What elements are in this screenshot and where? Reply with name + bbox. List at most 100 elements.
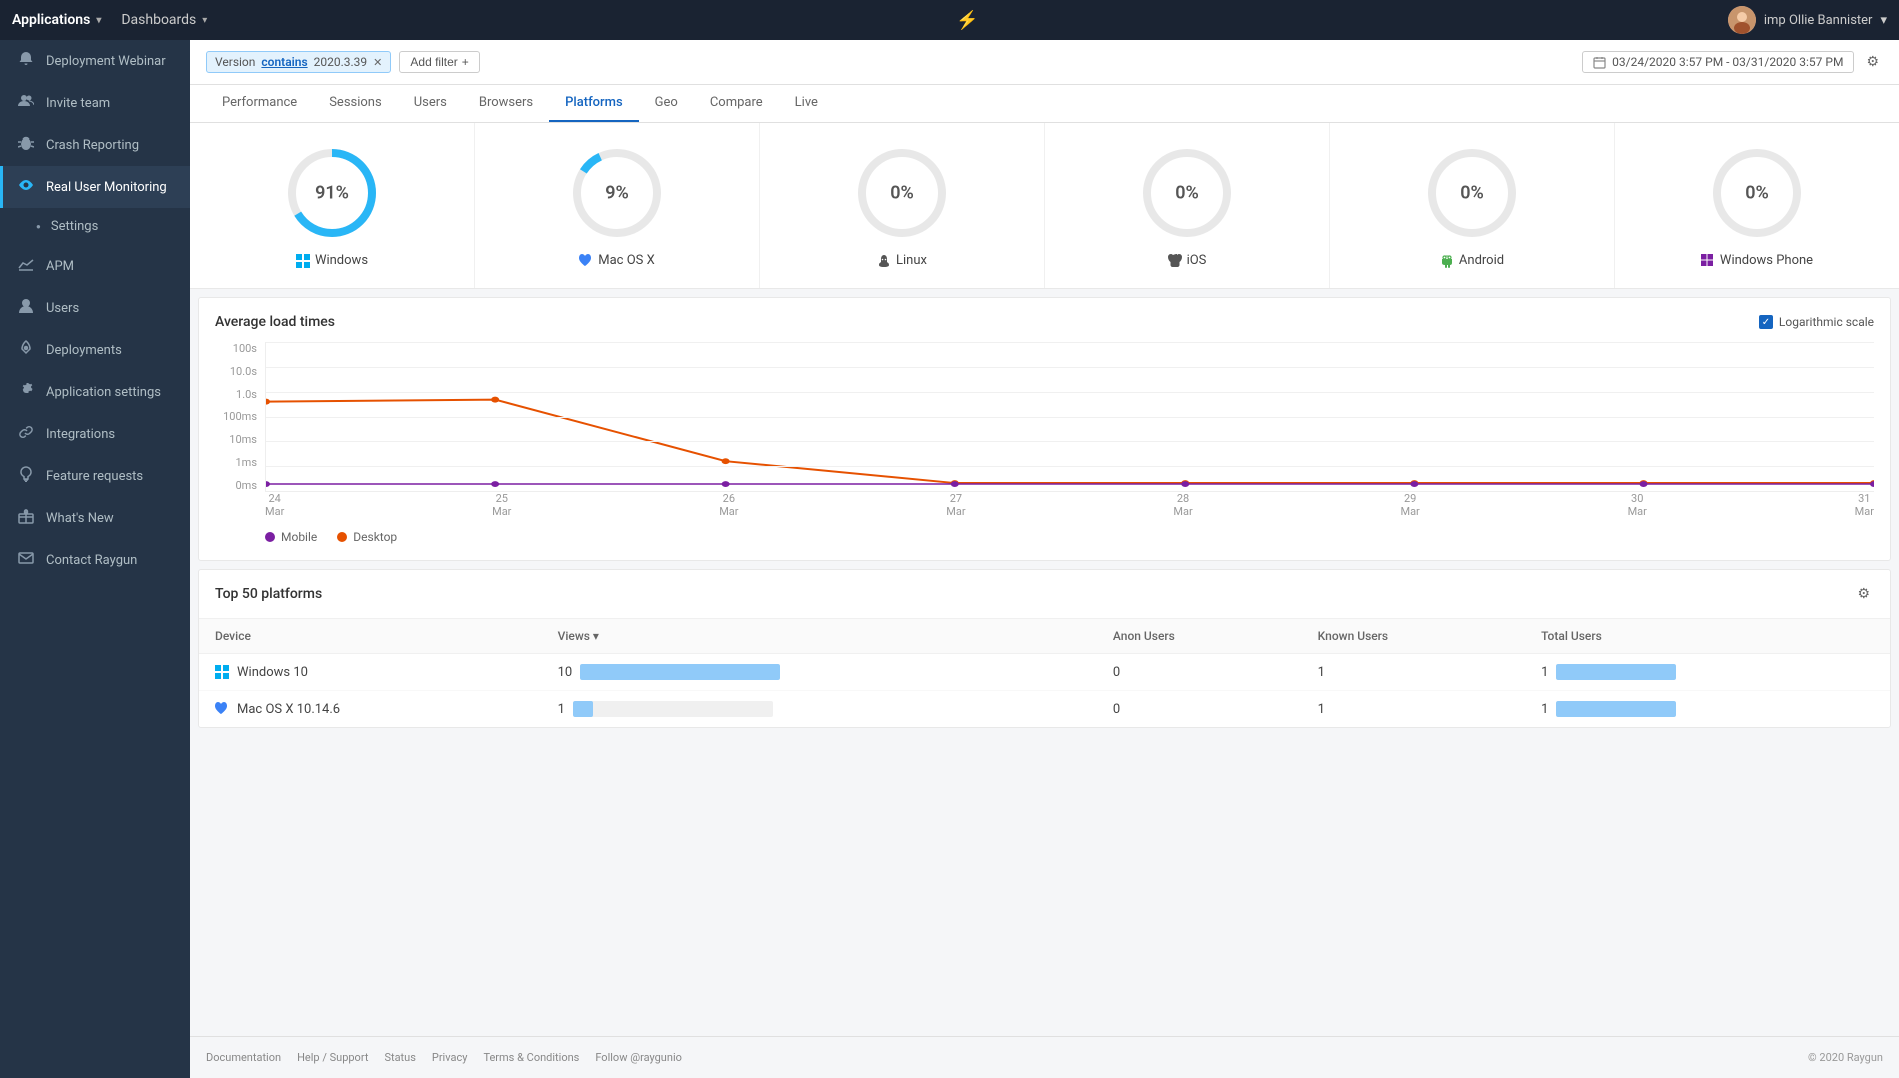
table-header-row: Device Views ▾ Anon Users Known Users To… <box>199 619 1890 654</box>
table-row: Windows 10 10 0 1 <box>199 654 1890 691</box>
add-filter-plus-icon: + <box>462 55 469 69</box>
footer-terms[interactable]: Terms & Conditions <box>483 1051 579 1064</box>
gift-icon <box>16 508 36 528</box>
sidebar-item-label: Users <box>46 301 79 316</box>
lightbulb-icon <box>16 466 36 486</box>
chart-gridlines <box>266 342 1874 491</box>
add-filter-button[interactable]: Add filter + <box>399 51 479 73</box>
windows-phone-icon <box>1701 254 1715 268</box>
total-users-count: 1 <box>1541 702 1548 717</box>
known-users-cell: 1 <box>1302 654 1525 691</box>
platform-card-android[interactable]: 0% Android <box>1330 123 1615 288</box>
filter-tag-version[interactable]: Version contains 2020.3.39 ✕ <box>206 51 391 73</box>
platform-card-windows[interactable]: 91% Windows <box>190 123 475 288</box>
tab-live[interactable]: Live <box>779 85 834 122</box>
table-title: Top 50 platforms <box>215 586 322 602</box>
dot-icon: ● <box>36 222 41 231</box>
chart-legend: Mobile Desktop <box>215 530 1874 544</box>
android-pct: 0% <box>1460 183 1484 204</box>
device-cell: Mac OS X 10.14.6 <box>199 691 542 728</box>
device-cell: Windows 10 <box>199 654 542 691</box>
x-label: 28Mar <box>1173 492 1192 522</box>
footer-help-support[interactable]: Help / Support <box>297 1051 368 1064</box>
footer-links: Documentation Help / Support Status Priv… <box>206 1051 682 1064</box>
tab-browsers[interactable]: Browsers <box>463 85 549 122</box>
ios-pct: 0% <box>1175 183 1199 204</box>
footer-follow[interactable]: Follow @raygunio <box>595 1051 682 1064</box>
macosx-label: Mac OS X <box>579 253 655 268</box>
platform-card-windows-phone[interactable]: 0% Windows Phone <box>1615 123 1899 288</box>
date-range-label: 03/24/2020 3:57 PM - 03/31/2020 3:57 PM <box>1612 55 1843 69</box>
tab-users[interactable]: Users <box>398 85 463 122</box>
col-device: Device <box>199 619 542 654</box>
content-area: Version contains 2020.3.39 ✕ Add filter … <box>190 40 1899 1036</box>
date-range-picker[interactable]: 03/24/2020 3:57 PM - 03/31/2020 3:57 PM <box>1582 51 1854 73</box>
chart-title: Average load times <box>215 314 335 330</box>
applications-menu[interactable]: Applications ▾ <box>12 12 101 28</box>
sidebar-item-label: Deployments <box>46 343 122 358</box>
platform-card-linux[interactable]: 0% Linux <box>760 123 1045 288</box>
x-label: 29Mar <box>1400 492 1419 522</box>
sidebar-item-label: Invite team <box>46 96 110 111</box>
lightning-icon[interactable]: ⚡ <box>956 10 978 31</box>
user-name: imp Ollie Bannister <box>1764 13 1873 28</box>
filter-remove-icon[interactable]: ✕ <box>373 56 382 69</box>
sidebar-item-application-settings[interactable]: Application settings <box>0 371 190 413</box>
x-label: 24Mar <box>265 492 284 522</box>
total-users-cell: 1 <box>1525 691 1890 728</box>
footer-status[interactable]: Status <box>384 1051 415 1064</box>
tab-performance[interactable]: Performance <box>206 85 313 122</box>
sidebar-item-integrations[interactable]: Integrations <box>0 413 190 455</box>
dashboards-menu[interactable]: Dashboards ▾ <box>121 12 207 28</box>
platform-card-ios[interactable]: 0% iOS <box>1045 123 1330 288</box>
filter-value: 2020.3.39 <box>314 55 368 69</box>
footer-privacy[interactable]: Privacy <box>432 1051 468 1064</box>
y-label: 100ms <box>223 410 257 423</box>
views-count: 1 <box>558 702 565 717</box>
sidebar-item-users[interactable]: Users <box>0 287 190 329</box>
sidebar-item-deployments[interactable]: Deployments <box>0 329 190 371</box>
table-section-header: Top 50 platforms ⚙ <box>199 570 1890 619</box>
sidebar-item-real-user-monitoring[interactable]: Real User Monitoring <box>0 166 190 208</box>
user-chevron: ▾ <box>1880 13 1887 28</box>
platform-card-macosx[interactable]: 9% Mac OS X <box>475 123 760 288</box>
tabs: Performance Sessions Users Browsers Plat… <box>190 85 1899 123</box>
sidebar-item-whats-new[interactable]: What's New <box>0 497 190 539</box>
platforms-table: Device Views ▾ Anon Users Known Users To… <box>199 619 1890 727</box>
mobile-dot <box>265 532 275 542</box>
views-bar-bg <box>580 664 780 680</box>
sidebar-item-apm[interactable]: APM <box>0 245 190 287</box>
filter-settings-gear[interactable]: ⚙ <box>1862 50 1883 74</box>
logarithmic-scale-toggle[interactable]: ✓ Logarithmic scale <box>1759 315 1874 329</box>
log-scale-checkbox[interactable]: ✓ <box>1759 315 1773 329</box>
total-bar-bg <box>1556 664 1676 680</box>
tab-platforms[interactable]: Platforms <box>549 85 639 122</box>
sidebar-item-feature-requests[interactable]: Feature requests <box>0 455 190 497</box>
android-icon <box>1440 254 1454 268</box>
user-menu[interactable]: imp Ollie Bannister ▾ <box>1728 6 1887 34</box>
footer-documentation[interactable]: Documentation <box>206 1051 281 1064</box>
sidebar: Deployment Webinar Invite team Crash Rep… <box>0 40 190 1078</box>
sidebar-item-label: Contact Raygun <box>46 553 137 568</box>
macosx-icon <box>579 254 593 268</box>
tab-compare[interactable]: Compare <box>694 85 779 122</box>
tab-geo[interactable]: Geo <box>639 85 694 122</box>
sidebar-item-contact-raygun[interactable]: Contact Raygun <box>0 539 190 581</box>
tab-sessions[interactable]: Sessions <box>313 85 398 122</box>
sidebar-item-deployment-webinar[interactable]: Deployment Webinar <box>0 40 190 82</box>
sidebar-item-settings[interactable]: ● Settings <box>0 208 190 245</box>
applications-label: Applications <box>12 12 90 28</box>
y-label: 1ms <box>235 456 257 469</box>
email-icon <box>16 550 36 570</box>
x-label: 30Mar <box>1628 492 1647 522</box>
sidebar-item-invite-team[interactable]: Invite team <box>0 82 190 124</box>
table-settings-gear[interactable]: ⚙ <box>1853 582 1874 606</box>
windows-donut: 91% <box>282 143 382 243</box>
sidebar-item-crash-reporting[interactable]: Crash Reporting <box>0 124 190 166</box>
legend-desktop: Desktop <box>337 530 397 544</box>
x-label: 26Mar <box>719 492 738 522</box>
col-views[interactable]: Views ▾ <box>542 619 1097 654</box>
views-count: 10 <box>558 665 573 680</box>
ios-donut: 0% <box>1137 143 1237 243</box>
legend-mobile: Mobile <box>265 530 317 544</box>
